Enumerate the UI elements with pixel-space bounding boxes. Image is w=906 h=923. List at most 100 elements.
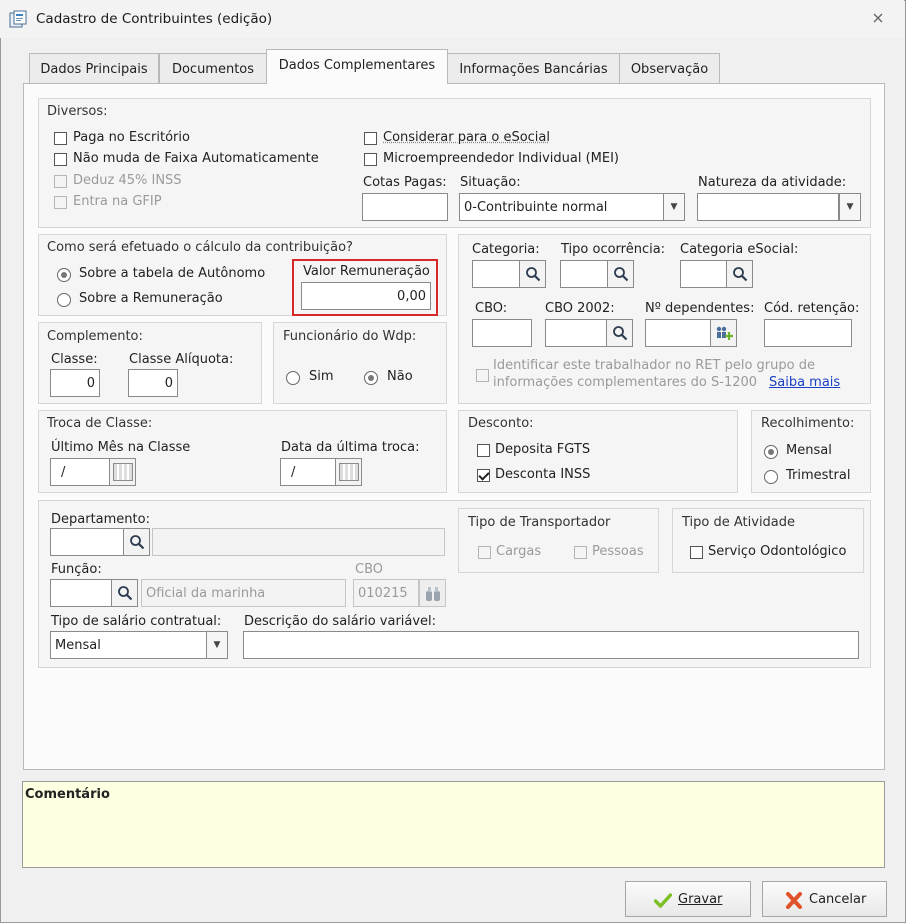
calendar-icon xyxy=(113,463,133,481)
pessoas-label: Pessoas xyxy=(592,544,644,559)
comment-area[interactable] xyxy=(22,781,885,868)
transportador-title: Tipo de Transportador xyxy=(468,515,611,530)
cbo2002-search-button[interactable] xyxy=(606,319,633,347)
tipo-salario-dropdown-button[interactable]: ▼ xyxy=(206,631,228,659)
situacao-label: Situação: xyxy=(460,175,521,190)
tab-documentos[interactable]: Documentos xyxy=(159,53,267,83)
ret-text-line2: informações complementares do S-1200 xyxy=(493,375,758,390)
categoria-search-button[interactable] xyxy=(519,260,546,288)
dependentes-input[interactable] xyxy=(645,319,711,347)
dependentes-label: Nº dependentes: xyxy=(645,301,755,316)
cargas-checkbox[interactable] xyxy=(478,546,491,559)
descricao-salario-input[interactable] xyxy=(243,631,859,659)
chevron-down-icon: ▼ xyxy=(670,202,678,212)
natureza-dropdown-button[interactable]: ▼ xyxy=(839,193,861,221)
saiba-mais-link[interactable]: Saiba mais xyxy=(769,375,840,390)
dependentes-button[interactable] xyxy=(710,319,737,347)
close-icon[interactable] xyxy=(870,12,886,28)
natureza-label: Natureza da atividade: xyxy=(698,175,847,190)
diversos-title: Diversos: xyxy=(47,104,108,119)
funcao-search-button[interactable] xyxy=(111,579,138,607)
paga-escritorio-label: Paga no Escritório xyxy=(73,130,190,145)
natureza-select[interactable] xyxy=(697,193,839,221)
tipo-ocorrencia-search-button[interactable] xyxy=(607,260,634,288)
cancelar-button[interactable]: Cancelar xyxy=(762,881,887,917)
servico-odontologico-checkbox[interactable] xyxy=(690,546,703,559)
desconto-title: Desconto: xyxy=(468,416,534,431)
recolhimento-trimestral-label: Trimestral xyxy=(786,468,851,483)
cbo-label: CBO: xyxy=(475,301,508,316)
recolhimento-trimestral-radio[interactable] xyxy=(764,470,778,484)
classe-aliquota-label: Classe Alíquota: xyxy=(129,352,234,367)
cod-retencao-label: Cód. retenção: xyxy=(764,301,860,316)
cbo-lookup-button[interactable] xyxy=(419,579,446,607)
atividade-title: Tipo de Atividade xyxy=(682,515,796,530)
chevron-down-icon: ▼ xyxy=(846,202,854,212)
tab-label: Dados Principais xyxy=(40,62,148,77)
mei-checkbox[interactable] xyxy=(364,153,377,166)
departamento-search-button[interactable] xyxy=(123,528,150,556)
cbo-input[interactable] xyxy=(472,319,532,347)
considerar-esocial-label: Considerar para o eSocial xyxy=(383,130,550,145)
sobre-remuneracao-radio[interactable] xyxy=(57,293,71,307)
nao-muda-faixa-checkbox[interactable] xyxy=(54,153,67,166)
cancelar-label: Cancelar xyxy=(809,892,867,907)
categoria-input[interactable] xyxy=(472,260,520,288)
cotas-pagas-input[interactable] xyxy=(362,193,448,221)
funcionario-title: Funcionário do Wdp: xyxy=(283,329,417,344)
deposita-fgts-checkbox[interactable] xyxy=(477,444,490,457)
categoria-esocial-input[interactable] xyxy=(680,260,727,288)
gravar-label: Gravar xyxy=(678,892,723,907)
cbo2002-input[interactable] xyxy=(545,319,607,347)
tab-dados-complementares[interactable]: Dados Complementares xyxy=(266,49,448,84)
gravar-button[interactable]: Gravar xyxy=(625,881,751,917)
data-ultima-troca-calendar-button[interactable] xyxy=(335,458,362,486)
paga-escritorio-checkbox[interactable] xyxy=(54,132,67,145)
cbo-funcao-label: CBO xyxy=(355,562,383,577)
descricao-salario-label: Descrição do salário variável: xyxy=(244,614,437,629)
departamento-input[interactable] xyxy=(50,528,124,556)
tipo-ocorrencia-input[interactable] xyxy=(560,260,608,288)
ultimo-mes-calendar-button[interactable] xyxy=(109,458,136,486)
tab-dados-principais[interactable]: Dados Principais xyxy=(29,53,159,83)
cod-retencao-input[interactable] xyxy=(764,319,852,347)
tabela-autonomo-radio[interactable] xyxy=(57,268,71,282)
ret-checkbox[interactable] xyxy=(476,369,489,382)
ultimo-mes-label: Último Mês na Classe xyxy=(51,440,191,455)
funcao-input[interactable] xyxy=(50,579,112,607)
tipo-ocorrencia-label: Tipo ocorrência: xyxy=(561,242,666,257)
tab-label: Informações Bancárias xyxy=(459,62,608,77)
categoria-esocial-label: Categoria eSocial: xyxy=(680,242,799,257)
calendar-icon xyxy=(339,463,359,481)
desconta-inss-checkbox[interactable] xyxy=(477,469,490,482)
checkmark-icon xyxy=(654,893,672,908)
data-ultima-troca-label: Data da última troca: xyxy=(281,440,420,455)
tab-observacao[interactable]: Observação xyxy=(619,53,720,83)
situacao-dropdown-button[interactable]: ▼ xyxy=(663,193,685,221)
funcionario-nao-label: Não xyxy=(387,369,413,384)
classe-input[interactable]: 0 xyxy=(50,369,100,397)
cbo-funcao-input: 010215 xyxy=(353,579,419,607)
search-icon xyxy=(733,267,748,282)
tab-informacoes-bancarias[interactable]: Informações Bancárias xyxy=(447,53,620,83)
tipo-salario-select[interactable]: Mensal xyxy=(50,631,208,659)
deduz-inss-checkbox[interactable] xyxy=(54,175,67,188)
recolhimento-mensal-radio[interactable] xyxy=(764,445,778,459)
considerar-esocial-checkbox[interactable] xyxy=(364,132,377,145)
nao-muda-faixa-label: Não muda de Faixa Automaticamente xyxy=(73,151,319,166)
entra-gfip-checkbox[interactable] xyxy=(54,196,67,209)
situacao-select[interactable]: 0-Contribuinte normal xyxy=(459,193,665,221)
categoria-esocial-search-button[interactable] xyxy=(726,260,753,288)
classe-aliquota-input[interactable]: 0 xyxy=(128,369,178,397)
funcao-description: Oficial da marinha xyxy=(141,579,346,607)
ultimo-mes-input[interactable]: / xyxy=(50,458,110,486)
funcionario-nao-radio[interactable] xyxy=(364,371,378,385)
tab-label: Observação xyxy=(630,62,709,77)
complemento-title: Complemento: xyxy=(47,329,143,344)
cotas-pagas-label: Cotas Pagas: xyxy=(363,175,447,190)
pessoas-checkbox[interactable] xyxy=(574,546,587,559)
search-icon xyxy=(130,535,145,550)
funcionario-sim-radio[interactable] xyxy=(286,371,300,385)
mei-label: Microempreendedor Individual (MEI) xyxy=(383,151,619,166)
data-ultima-troca-input[interactable]: / xyxy=(280,458,336,486)
